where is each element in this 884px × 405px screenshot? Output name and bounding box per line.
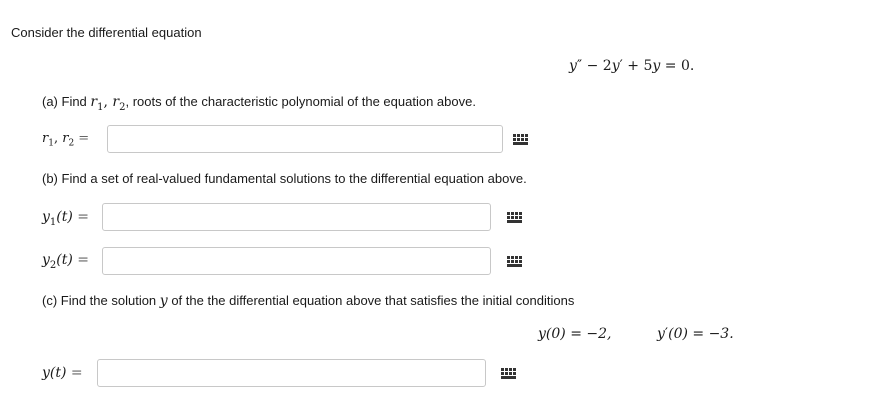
y2-label: y2(t) = bbox=[42, 252, 90, 271]
part-c-prompt: (c) Find the solution y of the the diffe… bbox=[42, 293, 575, 309]
matrix-grid-icon bbox=[506, 255, 522, 267]
differential-equation: y″ − 2y′ + 5y = 0. bbox=[569, 58, 695, 74]
roots-label: r1, r2 = bbox=[42, 131, 90, 149]
roots-input[interactable] bbox=[107, 125, 503, 153]
matrix-grid-icon bbox=[506, 211, 522, 223]
part-a-prompt: (a) Find r1, r2, roots of the characteri… bbox=[42, 94, 476, 113]
matrix-grid-icon bbox=[512, 133, 528, 145]
y1-input[interactable] bbox=[102, 203, 491, 231]
solution-input[interactable] bbox=[97, 359, 486, 387]
solution-palette-button[interactable] bbox=[494, 359, 522, 387]
y2-palette-button[interactable] bbox=[500, 247, 528, 275]
roots-palette-button[interactable] bbox=[506, 125, 534, 153]
y2-input[interactable] bbox=[102, 247, 491, 275]
y1-palette-button[interactable] bbox=[500, 203, 528, 231]
matrix-grid-icon bbox=[500, 367, 516, 379]
initial-condition-1: y(0) = −2, bbox=[538, 326, 612, 342]
initial-condition-2: y′(0) = −3. bbox=[657, 326, 734, 342]
solution-label: y(t) = bbox=[42, 365, 83, 381]
part-b-prompt: (b) Find a set of real-valued fundamenta… bbox=[42, 171, 527, 186]
intro-text: Consider the differential equation bbox=[11, 25, 202, 40]
y1-label: y1(t) = bbox=[42, 209, 90, 228]
